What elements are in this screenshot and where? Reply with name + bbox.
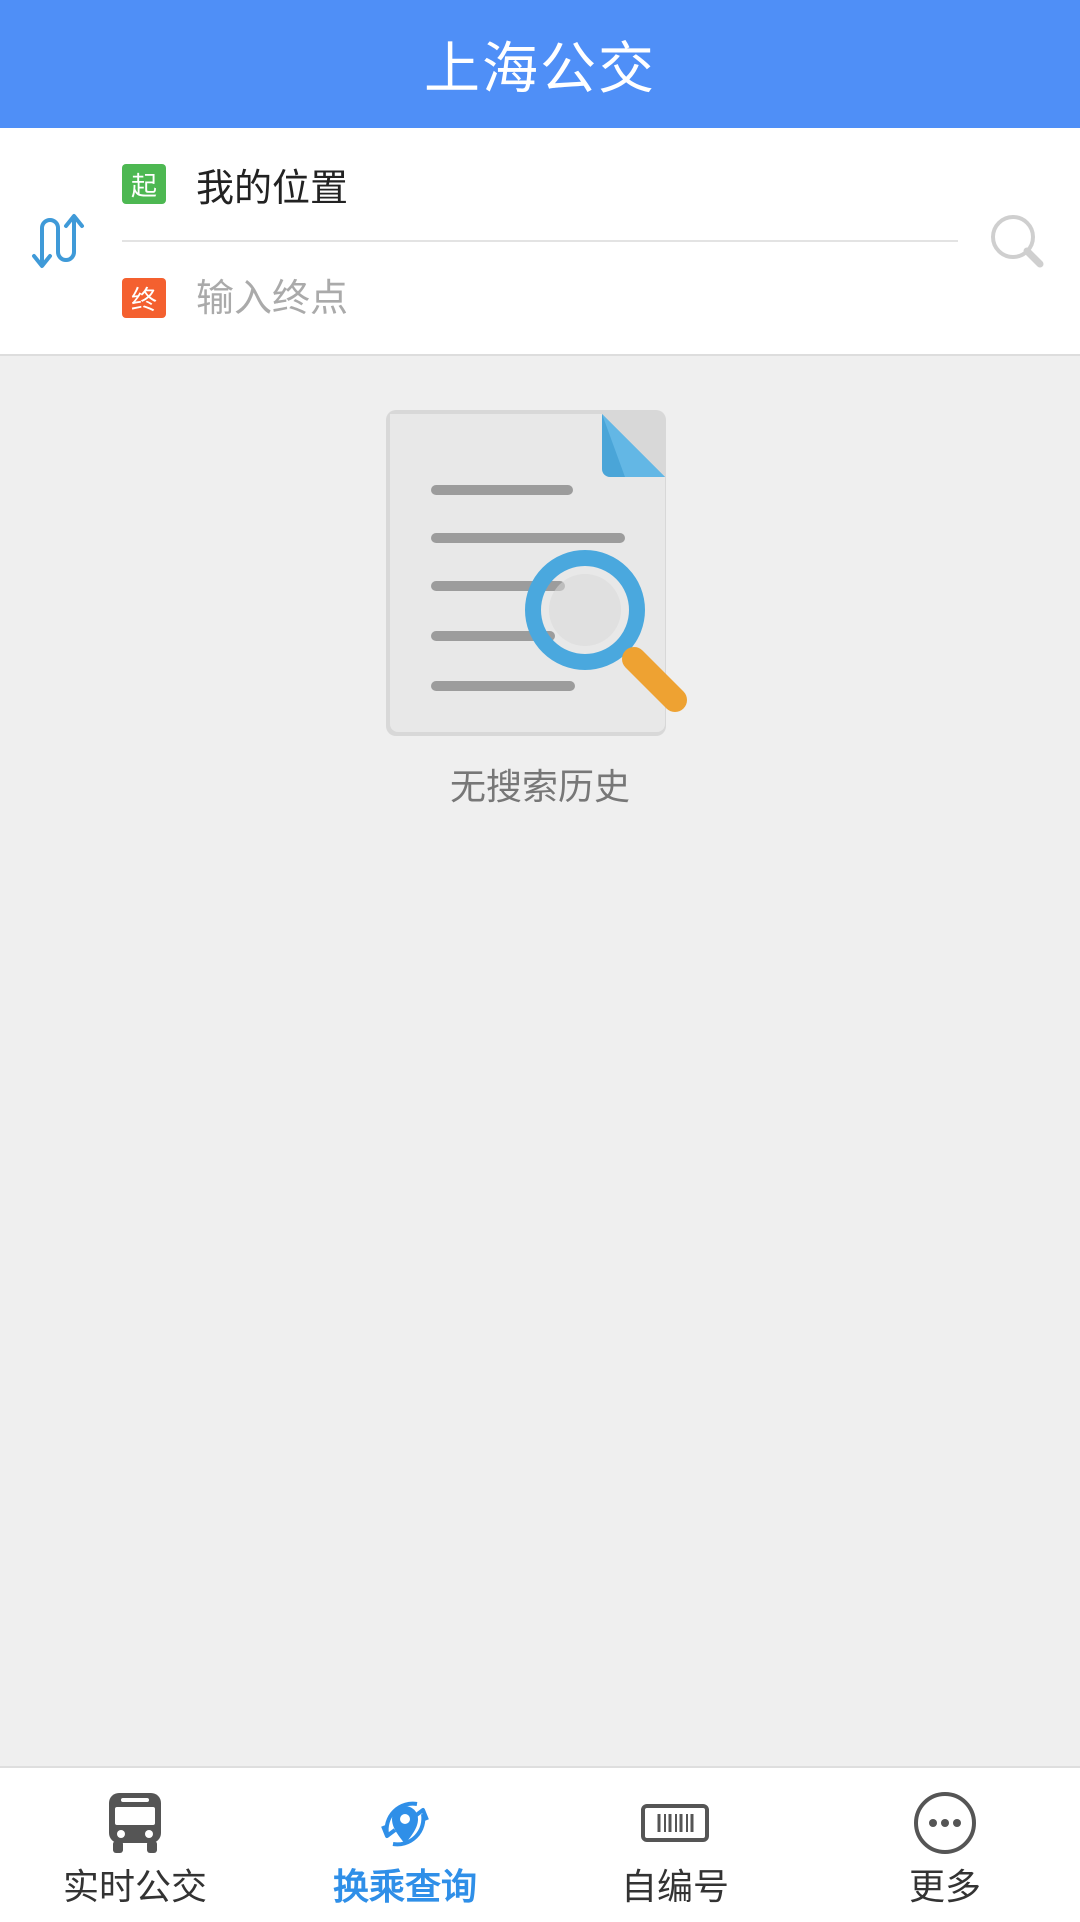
tab-label: 更多 [908, 1867, 981, 1908]
tab-realtime-bus[interactable]: 实时公交 [0, 1768, 270, 1922]
end-badge: 终 [122, 278, 166, 318]
bus-icon [99, 1790, 171, 1856]
app-header: 上海公交 [0, 0, 1080, 128]
empty-history-message: 无搜索历史 [449, 767, 630, 808]
document-search-icon [380, 402, 700, 742]
destination-input[interactable] [196, 276, 896, 320]
start-location-row[interactable]: 起 我的位置 [122, 128, 958, 240]
tab-transfer-query[interactable]: 换乘查询 [270, 1768, 540, 1922]
tab-label: 换乘查询 [332, 1867, 477, 1908]
tab-label: 实时公交 [62, 1867, 207, 1908]
start-badge: 起 [122, 164, 166, 204]
end-location-row[interactable]: 终 [122, 242, 958, 354]
bottom-navigation: 实时公交 换乘查询 自编号 更多 [0, 1766, 1080, 1922]
transfer-location-icon [369, 1790, 441, 1856]
barcode-card-icon [639, 1790, 711, 1856]
more-icon [909, 1790, 981, 1856]
tab-more[interactable]: 更多 [810, 1768, 1080, 1922]
tab-label: 自编号 [620, 1867, 729, 1908]
search-icon[interactable] [988, 212, 1050, 274]
route-input-panel: 起 我的位置 终 [0, 128, 1080, 356]
page-title: 上海公交 [424, 36, 656, 102]
swap-route-icon[interactable] [28, 208, 92, 272]
tab-self-number[interactable]: 自编号 [540, 1768, 810, 1922]
start-location-field[interactable]: 我的位置 [196, 157, 896, 212]
